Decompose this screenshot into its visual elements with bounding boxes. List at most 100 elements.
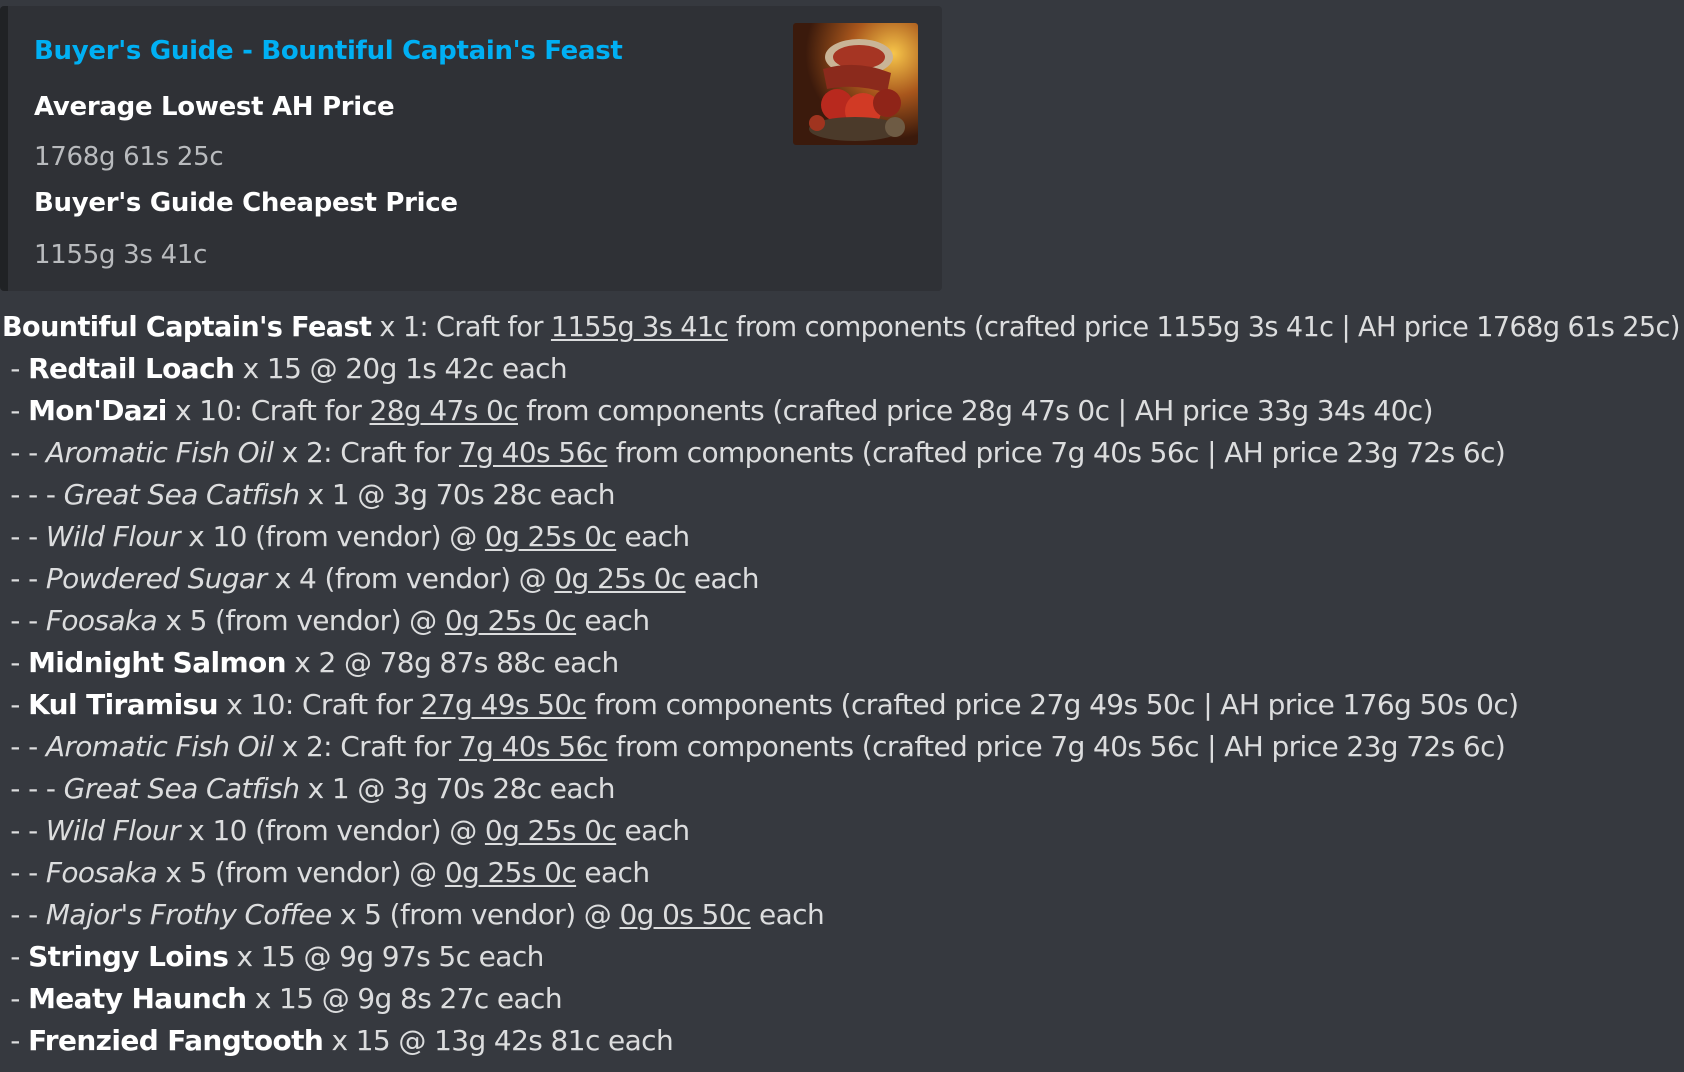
- list-item: - Kul Tiramisu x 10: Craft for 27g 49s 5…: [2, 684, 1680, 726]
- indent-prefix: - -: [2, 856, 46, 889]
- list-item: Bountiful Captain's Feast x 1: Craft for…: [2, 306, 1680, 348]
- indent-prefix: -: [2, 982, 29, 1015]
- item-detail-suffix: each: [616, 814, 690, 847]
- indent-prefix: - -: [2, 520, 46, 553]
- item-name: Frenzied Fangtooth: [28, 1024, 324, 1057]
- price-link[interactable]: 0g 25s 0c: [485, 520, 617, 553]
- item-detail: x 5 (from vendor) @: [331, 898, 620, 931]
- item-detail-suffix: from components (crafted price 1155g 3s …: [727, 310, 1681, 343]
- item-detail: x 1 @ 3g 70s 28c each: [299, 772, 616, 805]
- indent-prefix: - -: [2, 814, 46, 847]
- indent-prefix: - -: [2, 730, 46, 763]
- item-name: Major's Frothy Coffee: [45, 898, 332, 931]
- item-name: Great Sea Catfish: [63, 478, 300, 511]
- item-detail: x 5 (from vendor) @: [157, 856, 445, 889]
- item-detail: x 5 (from vendor) @: [157, 604, 445, 637]
- item-detail: x 15 @ 20g 1s 42c each: [234, 352, 568, 385]
- price-link[interactable]: 0g 25s 0c: [445, 856, 577, 889]
- list-item: - - Major's Frothy Coffee x 5 (from vend…: [2, 894, 1680, 936]
- price-link[interactable]: 0g 25s 0c: [485, 814, 617, 847]
- price-link[interactable]: 7g 40s 56c: [459, 436, 608, 469]
- item-detail: x 2: Craft for: [273, 436, 459, 469]
- indent-prefix: -: [2, 646, 29, 679]
- item-name: Great Sea Catfish: [63, 772, 300, 805]
- item-detail: x 2 @ 78g 87s 88c each: [285, 646, 619, 679]
- item-name: Wild Flour: [45, 814, 181, 847]
- field-value-average-ah-price: 1768g 61s 25c: [34, 142, 224, 172]
- item-name: Redtail Loach: [28, 352, 235, 385]
- item-detail-suffix: from components (crafted price 28g 47s 0…: [517, 394, 1433, 427]
- item-name: Midnight Salmon: [28, 646, 286, 679]
- item-name: Aromatic Fish Oil: [45, 730, 274, 763]
- field-name-average-ah-price: Average Lowest AH Price: [34, 92, 395, 122]
- recipe-breakdown: Bountiful Captain's Feast x 1: Craft for…: [2, 306, 1682, 1062]
- list-item: - - Wild Flour x 10 (from vendor) @ 0g 2…: [2, 516, 1680, 558]
- list-item: - - Foosaka x 5 (from vendor) @ 0g 25s 0…: [2, 852, 1680, 894]
- indent-prefix: -: [2, 940, 29, 973]
- item-detail-suffix: each: [576, 604, 650, 637]
- feast-icon[interactable]: [793, 23, 918, 145]
- item-detail: x 4 (from vendor) @: [266, 562, 555, 595]
- item-detail-suffix: from components (crafted price 27g 49s 5…: [586, 688, 1519, 721]
- item-detail: x 10 (from vendor) @: [179, 814, 485, 847]
- indent-prefix: -: [2, 394, 29, 427]
- indent-prefix: - - -: [2, 772, 64, 805]
- embed-card: Buyer's Guide - Bountiful Captain's Feas…: [0, 6, 942, 291]
- price-link[interactable]: 28g 47s 0c: [370, 394, 519, 427]
- indent-prefix: -: [2, 688, 29, 721]
- item-detail-suffix: from components (crafted price 7g 40s 56…: [607, 730, 1506, 763]
- list-item: - - - Great Sea Catfish x 1 @ 3g 70s 28c…: [2, 768, 1680, 810]
- item-detail: x 15 @ 13g 42s 81c each: [323, 1024, 674, 1057]
- item-detail-suffix: each: [750, 898, 825, 931]
- item-detail-suffix: each: [616, 520, 690, 553]
- list-item: - Meaty Haunch x 15 @ 9g 8s 27c each: [2, 978, 1680, 1020]
- indent-prefix: - - -: [2, 478, 64, 511]
- item-detail: x 15 @ 9g 8s 27c each: [246, 982, 563, 1015]
- price-link[interactable]: 0g 0s 50c: [619, 898, 751, 931]
- field-value-cheapest-price: 1155g 3s 41c: [34, 240, 208, 270]
- item-name: Wild Flour: [45, 520, 181, 553]
- item-name: Mon'Dazi: [28, 394, 167, 427]
- item-detail-suffix: each: [576, 856, 650, 889]
- indent-prefix: - -: [2, 898, 46, 931]
- item-detail: x 2: Craft for: [273, 730, 459, 763]
- item-detail-suffix: from components (crafted price 7g 40s 56…: [607, 436, 1506, 469]
- item-name: Kul Tiramisu: [28, 688, 218, 721]
- item-detail: x 10 (from vendor) @: [179, 520, 485, 553]
- list-item: - - Wild Flour x 10 (from vendor) @ 0g 2…: [2, 810, 1680, 852]
- item-name: Powdered Sugar: [45, 562, 267, 595]
- price-link[interactable]: 0g 25s 0c: [445, 604, 577, 637]
- item-detail-suffix: each: [685, 562, 760, 595]
- list-item: - - Foosaka x 5 (from vendor) @ 0g 25s 0…: [2, 600, 1680, 642]
- list-item: - Redtail Loach x 15 @ 20g 1s 42c each: [2, 348, 1680, 390]
- list-item: - - - Great Sea Catfish x 1 @ 3g 70s 28c…: [2, 474, 1680, 516]
- price-link[interactable]: 0g 25s 0c: [554, 562, 686, 595]
- price-link[interactable]: 27g 49s 50c: [421, 688, 587, 721]
- item-detail: x 15 @ 9g 97s 5c each: [228, 940, 545, 973]
- indent-prefix: - -: [2, 604, 46, 637]
- list-item: - - Powdered Sugar x 4 (from vendor) @ 0…: [2, 558, 1680, 600]
- item-name: Foosaka: [45, 856, 158, 889]
- list-item: - Midnight Salmon x 2 @ 78g 87s 88c each: [2, 642, 1680, 684]
- price-link[interactable]: 1155g 3s 41c: [551, 310, 729, 343]
- item-name: Foosaka: [45, 604, 158, 637]
- field-name-cheapest-price: Buyer's Guide Cheapest Price: [34, 188, 458, 218]
- price-link[interactable]: 7g 40s 56c: [459, 730, 608, 763]
- list-item: - - Aromatic Fish Oil x 2: Craft for 7g …: [2, 726, 1680, 768]
- indent-prefix: - -: [2, 562, 46, 595]
- item-detail: x 10: Craft for: [217, 688, 421, 721]
- list-item: - - Aromatic Fish Oil x 2: Craft for 7g …: [2, 432, 1680, 474]
- list-item: - Frenzied Fangtooth x 15 @ 13g 42s 81c …: [2, 1020, 1680, 1062]
- list-item: - Stringy Loins x 15 @ 9g 97s 5c each: [2, 936, 1680, 978]
- indent-prefix: -: [2, 1024, 29, 1057]
- list-item: - Mon'Dazi x 10: Craft for 28g 47s 0c fr…: [2, 390, 1680, 432]
- indent-prefix: - -: [2, 436, 46, 469]
- item-name: Aromatic Fish Oil: [45, 436, 274, 469]
- item-detail: x 10: Craft for: [166, 394, 370, 427]
- indent-prefix: -: [2, 352, 29, 385]
- item-name: Stringy Loins: [28, 940, 229, 973]
- item-name: Bountiful Captain's Feast: [2, 310, 372, 343]
- item-detail: x 1: Craft for: [371, 310, 551, 343]
- embed-title[interactable]: Buyer's Guide - Bountiful Captain's Feas…: [34, 36, 623, 66]
- item-name: Meaty Haunch: [28, 982, 247, 1015]
